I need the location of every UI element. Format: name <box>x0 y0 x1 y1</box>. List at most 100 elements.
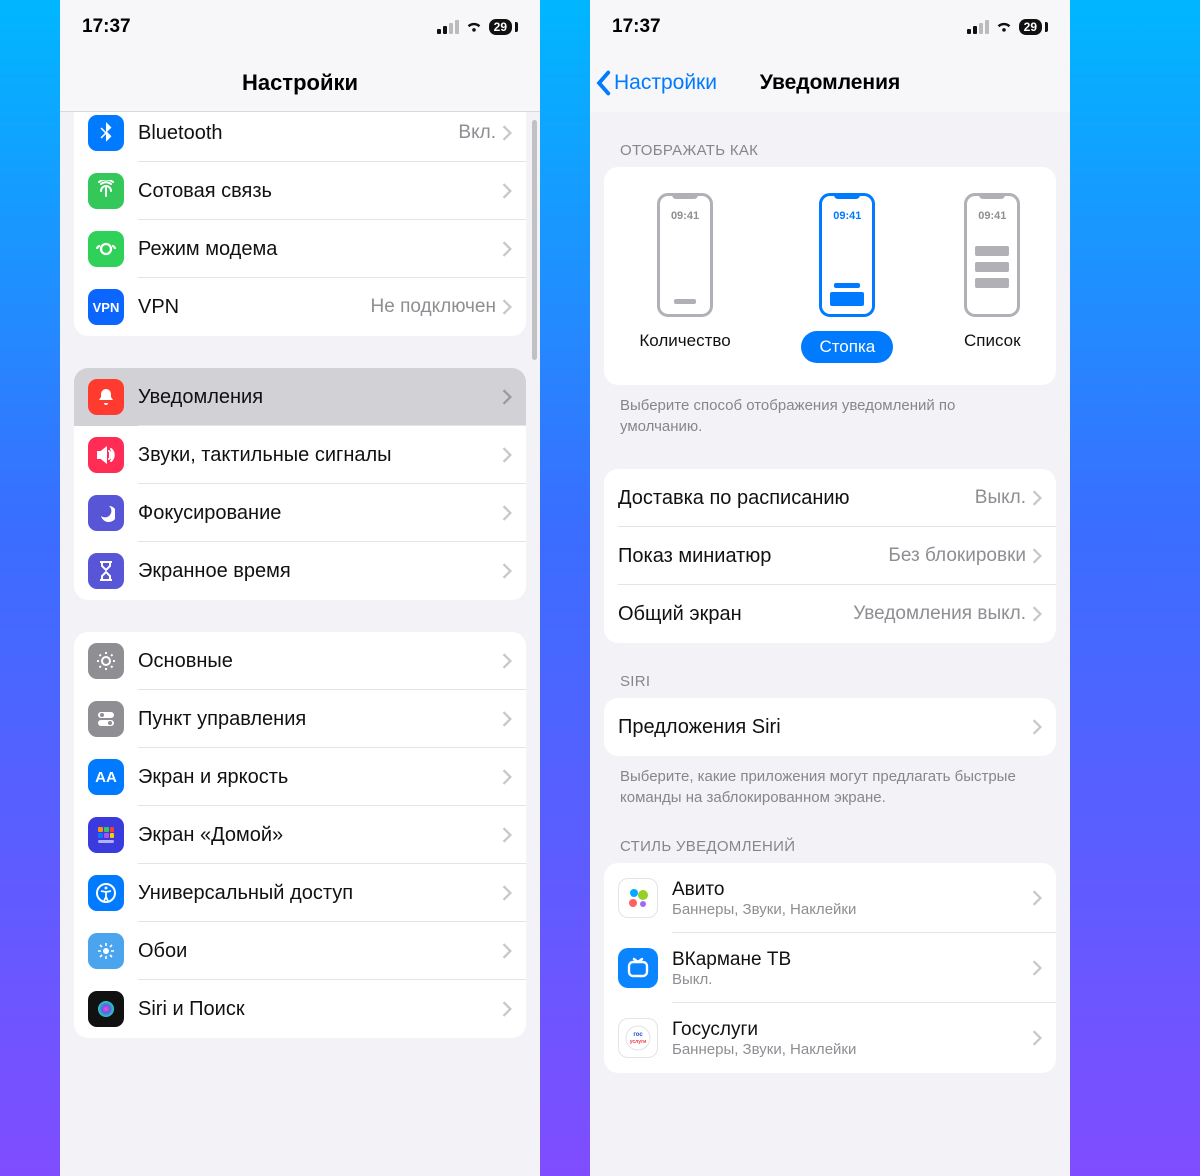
vpn-icon: VPN <box>88 289 124 325</box>
chevron-right-icon <box>502 711 512 727</box>
chevron-right-icon <box>502 563 512 579</box>
chevron-right-icon <box>502 125 512 141</box>
row-general[interactable]: Основные <box>74 632 526 690</box>
row-label: Пункт управления <box>138 708 502 731</box>
chevron-right-icon <box>502 1001 512 1017</box>
display-as-panel: 09:41 Количество 09:41 Стопка 09:41 Спис… <box>604 167 1056 385</box>
battery-icon: 29 <box>1019 19 1048 35</box>
speaker-icon <box>88 437 124 473</box>
row-screen-sharing[interactable]: Общий экран Уведомления выкл. <box>604 585 1056 643</box>
display-as-label: Стопка <box>801 331 893 363</box>
app-row-vkarmane[interactable]: ВКармане ТВ Выкл. <box>604 933 1056 1003</box>
app-sub: Баннеры, Звуки, Наклейки <box>672 1041 856 1058</box>
app-name: Госуслуги <box>672 1019 856 1041</box>
status-time: 17:37 <box>82 16 131 38</box>
wifi-icon <box>465 20 483 34</box>
app-row-avito[interactable]: Авито Баннеры, Звуки, Наклейки <box>604 863 1056 933</box>
app-row-gosuslugi[interactable]: госуслуги Госуслуги Баннеры, Звуки, Накл… <box>604 1003 1056 1073</box>
chevron-right-icon <box>1032 1030 1042 1046</box>
section-header-displayas: ОТОБРАЖАТЬ КАК <box>590 142 1070 159</box>
row-label: Сотовая связь <box>138 180 502 203</box>
chevron-right-icon <box>502 769 512 785</box>
phone-settings: 17:37 29 Настройки Bluetooth Вкл. <box>60 0 540 1176</box>
status-time: 17:37 <box>612 16 661 38</box>
row-label: Уведомления <box>138 386 502 409</box>
display-as-list[interactable]: 09:41 Список <box>964 193 1021 363</box>
accessibility-icon <box>88 875 124 911</box>
row-label: Общий экран <box>618 603 853 626</box>
row-label: Экран «Домой» <box>138 824 502 847</box>
row-label: Режим модема <box>138 238 502 261</box>
app-name: Авито <box>672 879 856 901</box>
chevron-right-icon <box>502 505 512 521</box>
hotspot-icon <box>88 231 124 267</box>
settings-group-alerts: Уведомления Звуки, тактильные сигналы Фо… <box>74 368 526 600</box>
chevron-right-icon <box>1032 890 1042 906</box>
row-screentime[interactable]: Экранное время <box>74 542 526 600</box>
row-wallpaper[interactable]: Обои <box>74 922 526 980</box>
app-notification-group: Авито Баннеры, Звуки, Наклейки ВКармане … <box>604 863 1056 1073</box>
back-label: Настройки <box>614 71 717 95</box>
row-vpn[interactable]: VPN VPN Не подключен <box>74 278 526 336</box>
row-bluetooth[interactable]: Bluetooth Вкл. <box>74 104 526 162</box>
signal-icon <box>437 20 459 34</box>
app-icon-vkarmane <box>618 948 658 988</box>
row-label: Предложения Siri <box>618 716 1032 739</box>
row-label: Показ миниатюр <box>618 545 888 568</box>
row-detail: Вкл. <box>458 122 496 144</box>
row-sounds[interactable]: Звуки, тактильные сигналы <box>74 426 526 484</box>
gear-icon <box>88 643 124 679</box>
svg-text:гос: гос <box>633 1032 643 1038</box>
row-siri-suggestions[interactable]: Предложения Siri <box>604 698 1056 756</box>
siri-icon <box>88 991 124 1027</box>
row-notifications[interactable]: Уведомления <box>74 368 526 426</box>
display-icon: AA <box>88 759 124 795</box>
row-accessibility[interactable]: Универсальный доступ <box>74 864 526 922</box>
wallpaper-icon <box>88 933 124 969</box>
display-as-label: Список <box>964 331 1021 351</box>
app-name: ВКармане ТВ <box>672 949 791 971</box>
row-detail: Уведомления выкл. <box>853 603 1026 625</box>
chevron-right-icon <box>502 241 512 257</box>
chevron-right-icon <box>502 183 512 199</box>
chevron-right-icon <box>1032 719 1042 735</box>
app-icon-avito <box>618 878 658 918</box>
row-label: Экранное время <box>138 560 502 583</box>
bell-icon <box>88 379 124 415</box>
chevron-right-icon <box>502 827 512 843</box>
row-scheduled-delivery[interactable]: Доставка по расписанию Выкл. <box>604 469 1056 527</box>
row-label: Обои <box>138 940 502 963</box>
row-siri[interactable]: Siri и Поиск <box>74 980 526 1038</box>
page-title: Настройки <box>242 70 358 96</box>
bluetooth-icon <box>88 115 124 151</box>
row-show-previews[interactable]: Показ миниатюр Без блокировки <box>604 527 1056 585</box>
section-footer-displayas: Выберите способ отображения уведомлений … <box>590 395 1070 437</box>
status-bar: 17:37 29 <box>60 0 540 54</box>
row-label: Фокусирование <box>138 502 502 525</box>
row-display[interactable]: AA Экран и яркость <box>74 748 526 806</box>
row-focus[interactable]: Фокусирование <box>74 484 526 542</box>
row-cellular[interactable]: Сотовая связь <box>74 162 526 220</box>
battery-icon: 29 <box>489 19 518 35</box>
app-sub: Баннеры, Звуки, Наклейки <box>672 901 856 918</box>
chevron-right-icon <box>502 389 512 405</box>
svg-text:услуги: услуги <box>630 1039 646 1045</box>
moon-icon <box>88 495 124 531</box>
nav-bar: Настройки Уведомления <box>590 54 1070 112</box>
section-header-style: СТИЛЬ УВЕДОМЛЕНИЙ <box>590 838 1070 855</box>
switches-icon <box>88 701 124 737</box>
row-controlcenter[interactable]: Пункт управления <box>74 690 526 748</box>
display-as-stack[interactable]: 09:41 Стопка <box>801 193 893 363</box>
display-as-count[interactable]: 09:41 Количество <box>639 193 730 363</box>
row-hotspot[interactable]: Режим модема <box>74 220 526 278</box>
chevron-right-icon <box>1032 606 1042 622</box>
row-home[interactable]: Экран «Домой» <box>74 806 526 864</box>
phone-notifications: 17:37 29 Настройки Уведомления ОТОБРАЖАТ… <box>590 0 1070 1176</box>
scrollbar[interactable] <box>532 120 537 360</box>
settings-group-connectivity: Bluetooth Вкл. Сотовая связь Режим модем… <box>74 104 526 336</box>
row-label: Экран и яркость <box>138 766 502 789</box>
row-label: Доставка по расписанию <box>618 487 975 510</box>
chevron-right-icon <box>502 943 512 959</box>
page-title: Уведомления <box>760 71 901 95</box>
back-button[interactable]: Настройки <box>594 54 717 112</box>
